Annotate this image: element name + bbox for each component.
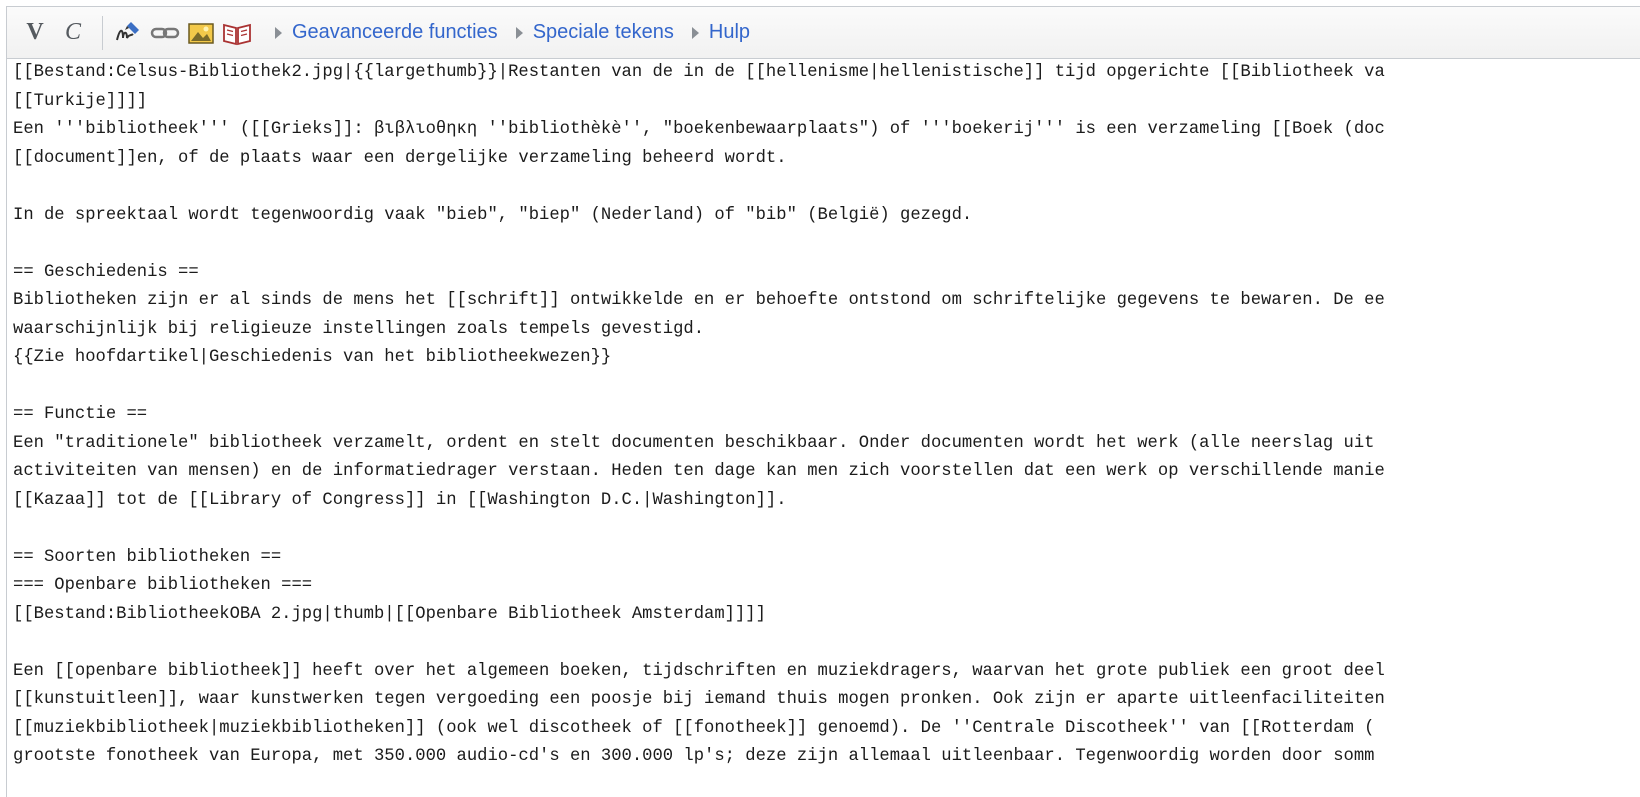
text-line: [[muziekbibliotheek|muziekbibliotheken]]…	[13, 718, 1375, 738]
text-line	[13, 230, 1640, 259]
tab-special-characters[interactable]: Speciale tekens	[515, 21, 674, 44]
text-line: Een "traditionele" bibliotheek verzamelt…	[13, 433, 1375, 453]
tab-advanced-functions-label: Geavanceerde functies	[292, 21, 498, 43]
signature-button[interactable]	[113, 16, 145, 50]
text-line: Een '''bibliotheek''' ([[Grieks]]: βιβλι…	[13, 120, 1385, 139]
tab-help-label: Hulp	[708, 21, 751, 43]
text-line: == Geschiedenis ==	[13, 262, 199, 282]
wikitext-editor: V C Geavanceerde functies Speciale teken…	[6, 6, 1640, 797]
text-line: [[Bestand:Celsus-Bibliothek2.jpg|{{large…	[13, 63, 1385, 82]
tab-special-characters-label: Speciale tekens	[532, 21, 674, 43]
link-icon	[150, 27, 180, 38]
bold-button[interactable]: V	[18, 16, 52, 50]
book-icon	[223, 23, 251, 45]
text-line: [[document]]en, of de plaats waar een de…	[13, 148, 787, 168]
text-line	[13, 173, 1640, 202]
text-line	[13, 373, 1640, 402]
text-line: activiteiten van mensen) en de informati…	[13, 462, 1385, 481]
toolbar-separator	[102, 15, 103, 50]
triangle-right-icon	[275, 26, 282, 39]
text-line: [[Turkije]]]]	[13, 91, 148, 111]
italic-button[interactable]: C	[56, 16, 90, 50]
text-line: waarschijnlijk bij religieuze instelling…	[13, 319, 705, 339]
reference-button[interactable]	[221, 16, 253, 50]
text-line	[13, 515, 1640, 544]
signature-icon	[116, 21, 139, 40]
text-line: [[kunstuitleen]], waar kunstwerken tegen…	[13, 690, 1385, 709]
text-line	[13, 629, 1640, 658]
triangle-right-icon	[515, 26, 523, 39]
triangle-right-icon	[691, 26, 699, 39]
text-line: [[Bestand:BibliotheekOBA 2.jpg|thumb|[[O…	[13, 604, 766, 624]
text-line: Bibliotheken zijn er al sinds de mens he…	[13, 291, 1385, 310]
wikitext-textarea[interactable]: [[Bestand:Celsus-Bibliothek2.jpg|{{large…	[7, 59, 1640, 797]
text-line: {{Zie hoofdartikel|Geschiedenis van het …	[13, 348, 612, 367]
link-button[interactable]	[149, 16, 181, 50]
text-line: grootste fonotheek van Europa, met 350.0…	[13, 747, 1375, 766]
toolbar-main-group: V C	[7, 7, 257, 58]
text-line: === Openbare bibliotheken ===	[13, 576, 313, 595]
tab-advanced-functions[interactable]: Geavanceerde functies	[275, 21, 498, 44]
insert-image-button[interactable]	[185, 16, 217, 50]
text-line: == Soorten bibliotheken ==	[13, 547, 282, 567]
tab-help[interactable]: Hulp	[691, 21, 751, 44]
text-line: In de spreektaal wordt tegenwoordig vaak…	[13, 205, 973, 225]
text-line: Een [[openbare bibliotheek]] heeft over …	[13, 661, 1385, 681]
image-icon	[188, 22, 214, 44]
text-line: == Functie ==	[13, 405, 148, 424]
editor-toolbar: V C Geavanceerde functies Speciale teken…	[7, 7, 1640, 59]
text-line: [[Kazaa]] tot de [[Library of Congress]]…	[13, 490, 787, 510]
